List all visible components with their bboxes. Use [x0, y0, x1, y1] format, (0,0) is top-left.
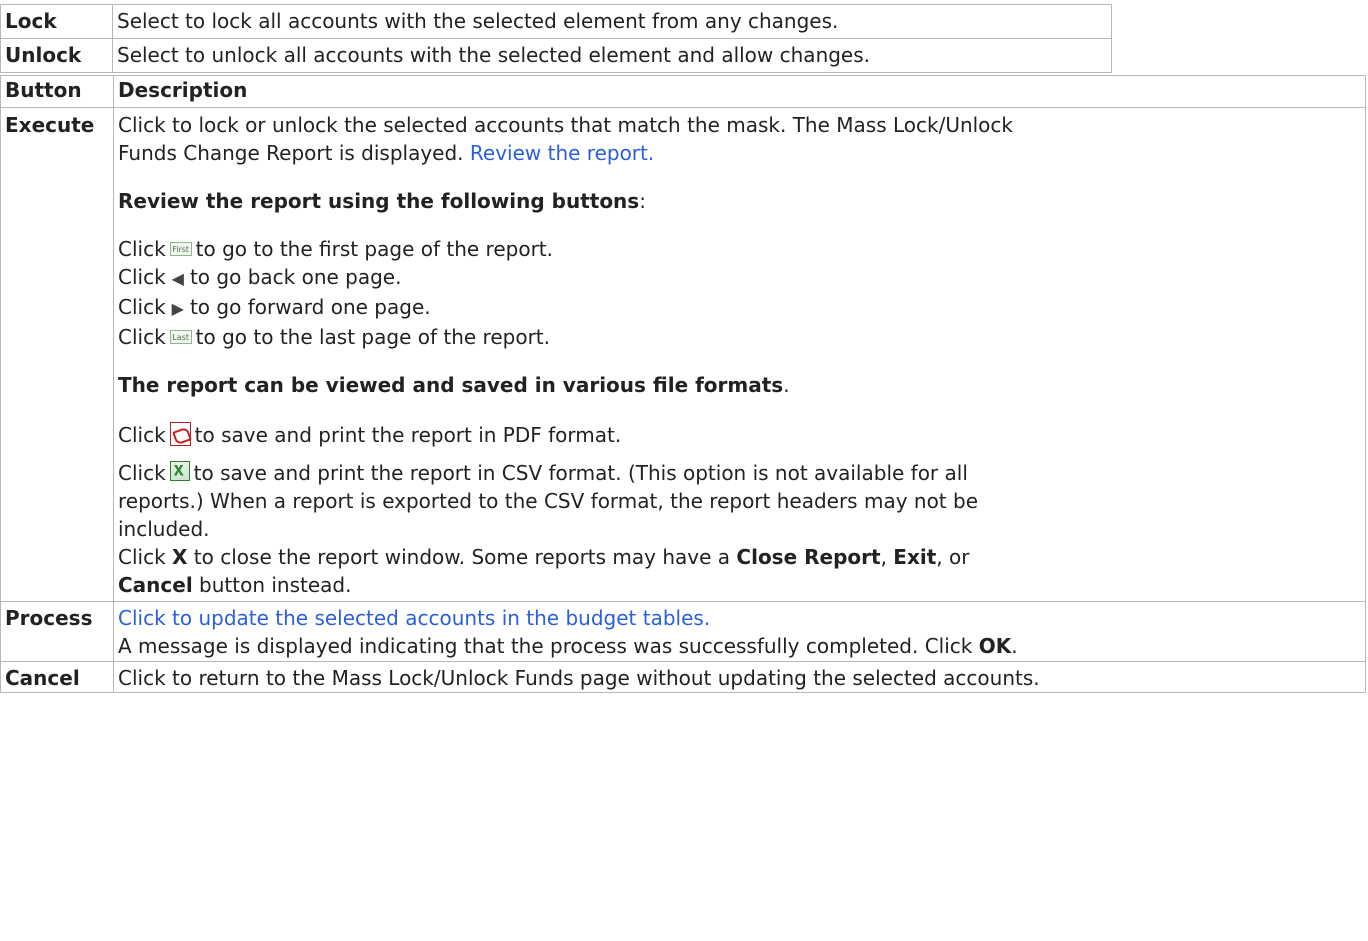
option-desc-lock: Select to lock all accounts with the sel…	[112, 4, 1112, 39]
cancel-description: Click to return to the Mass Lock/Unlock …	[113, 661, 1366, 693]
option-label-unlock: Unlock	[0, 38, 113, 73]
close-line: Click X to close the report window. Some…	[118, 545, 970, 569]
option-label-lock: Lock	[0, 4, 113, 39]
review-report-link[interactable]: Review the report.	[470, 141, 654, 165]
next-page-icon: ▶	[171, 299, 184, 318]
csv-line: Click to save and print the report in CSV…	[118, 460, 968, 485]
table-row: Lock Select to lock all accounts with th…	[0, 4, 1112, 39]
nav-back-line: Click ◀ to go back one page.	[118, 265, 402, 289]
lock-options-table: Lock Select to lock all accounts with th…	[0, 4, 1112, 73]
column-header-description: Description	[113, 75, 1366, 108]
table-row: Cancel Click to return to the Mass Lock/…	[0, 661, 1366, 693]
previous-page-icon: ◀	[171, 269, 184, 288]
button-label-cancel: Cancel	[0, 661, 114, 693]
formats-heading: The report can be viewed and saved in va…	[118, 373, 784, 397]
close-x-label: X	[172, 545, 188, 569]
button-label-execute: Execute	[0, 107, 114, 602]
execute-desc-line2: Funds Change Report is displayed.	[118, 141, 464, 165]
buttons-table: Button Description Execute Click to lock…	[0, 75, 1366, 693]
execute-description: Click to lock or unlock the selected acc…	[113, 107, 1366, 602]
process-description: Click to update the selected accounts in…	[113, 601, 1366, 662]
last-page-icon: Last	[169, 329, 192, 344]
nav-forward-line: Click ▶ to go forward one page.	[118, 295, 431, 319]
table-row: Unlock Select to unlock all accounts wit…	[0, 38, 1112, 73]
pdf-icon	[169, 421, 191, 446]
review-heading: Review the report using the following bu…	[118, 189, 640, 213]
option-desc-unlock: Select to unlock all accounts with the s…	[112, 38, 1112, 73]
table-header-row: Button Description	[0, 75, 1366, 108]
table-row: Process Click to update the selected acc…	[0, 601, 1366, 662]
first-page-icon: First	[169, 241, 192, 256]
button-label-process: Process	[0, 601, 114, 662]
csv-spreadsheet-icon	[169, 460, 190, 481]
column-header-button: Button	[0, 75, 114, 108]
table-row: Execute Click to lock or unlock the sele…	[0, 107, 1366, 602]
nav-first-line: Click First to go to the first page of the…	[118, 237, 553, 261]
update-budget-tables-link[interactable]: Click to update the selected accounts in…	[118, 604, 1362, 632]
ok-label: OK	[978, 634, 1012, 658]
pdf-line: Click to save and print the report in PDF…	[118, 421, 622, 447]
execute-desc-line1: Click to lock or unlock the selected acc…	[118, 113, 1013, 137]
nav-last-line: Click Last to go to the last page of the r…	[118, 325, 550, 349]
